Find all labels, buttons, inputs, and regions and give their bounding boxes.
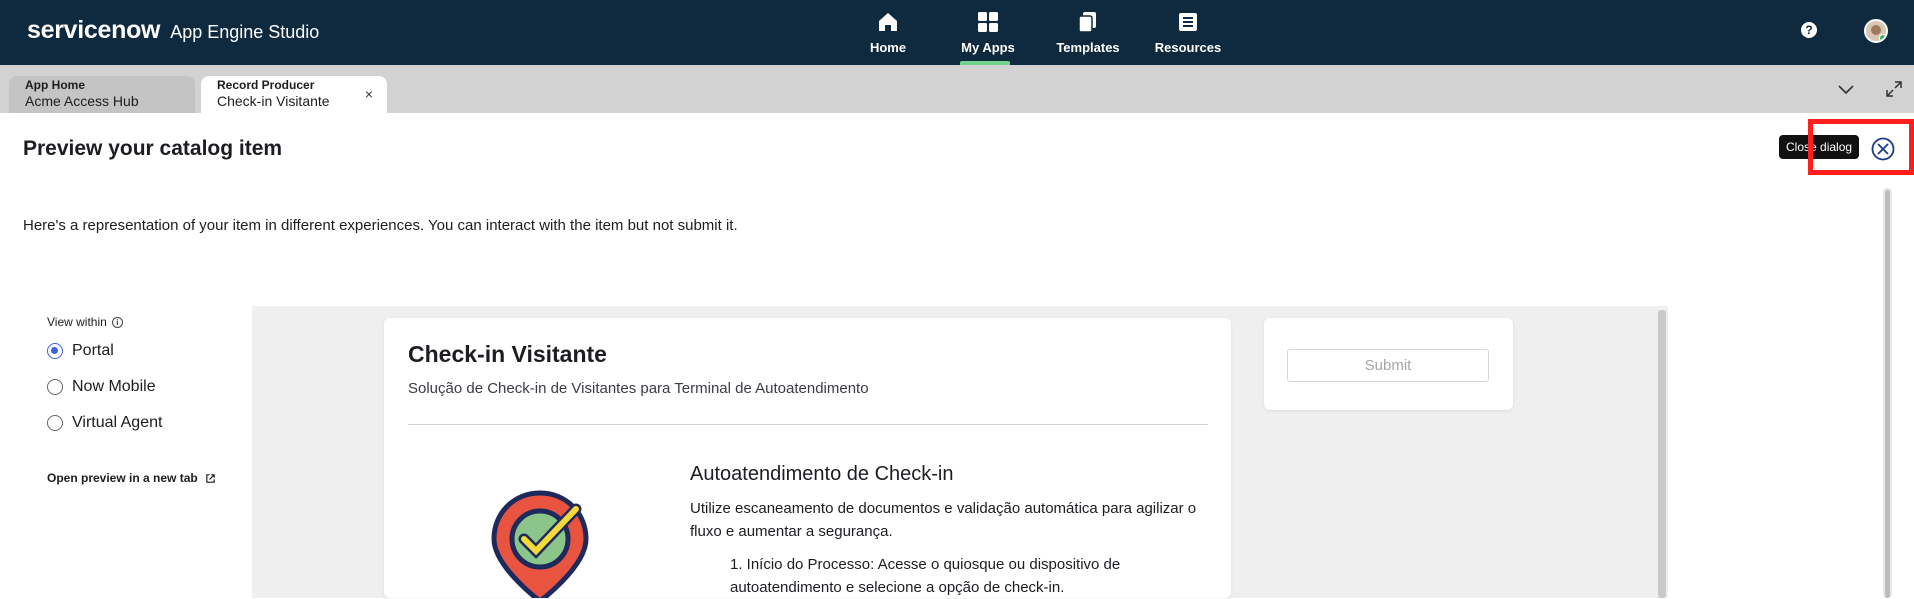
submit-button[interactable]: Submit xyxy=(1287,349,1489,382)
location-check-icon xyxy=(491,490,589,598)
dialog-description: Here's a representation of your item in … xyxy=(23,217,738,234)
radio-button[interactable] xyxy=(47,379,63,395)
section-text: Utilize escaneamento de documentos e val… xyxy=(690,500,1197,540)
radio-virtual-agent-label: Virtual Agent xyxy=(72,414,163,431)
nav-my-apps-label: My Apps xyxy=(961,40,1015,55)
help-icon[interactable]: ? xyxy=(1801,22,1817,38)
tab-app-home-label: Acme Access Hub xyxy=(25,93,139,109)
top-navigation-bar: servicenow App Engine Studio Home My App… xyxy=(0,0,1914,65)
section-title: Autoatendimento de Check-in xyxy=(690,463,954,485)
expand-icon[interactable] xyxy=(1885,80,1903,98)
tab-close-icon[interactable]: × xyxy=(365,86,373,102)
page-title: Preview your catalog item xyxy=(23,137,283,160)
avatar[interactable] xyxy=(1864,19,1888,43)
open-preview-new-tab-link[interactable]: Open preview in a new tab xyxy=(47,471,216,485)
tab-record-producer-label: Check-in Visitante xyxy=(217,93,330,109)
home-icon xyxy=(879,13,897,31)
tab-record-producer[interactable]: Record Producer Check-in Visitante × xyxy=(201,76,387,113)
brand[interactable]: servicenow App Engine Studio xyxy=(27,16,319,45)
avatar-face xyxy=(1871,25,1881,35)
radio-button[interactable] xyxy=(47,415,63,431)
nav-templates-label: Templates xyxy=(1056,40,1120,55)
nav-my-apps[interactable]: My Apps xyxy=(940,0,1036,65)
tab-app-home[interactable]: App Home Acme Access Hub xyxy=(9,76,195,113)
divider xyxy=(408,424,1208,425)
nav-resources[interactable]: Resources xyxy=(1140,0,1236,65)
radio-virtual-agent[interactable]: Virtual Agent xyxy=(47,414,162,432)
radio-portal[interactable]: Portal xyxy=(47,342,114,360)
radio-now-mobile[interactable]: Now Mobile xyxy=(47,378,156,396)
main-nav: Home My Apps Templates Resources xyxy=(840,0,1240,65)
external-link-icon xyxy=(205,473,215,483)
nav-templates[interactable]: Templates xyxy=(1040,0,1136,65)
tab-record-producer-type: Record Producer xyxy=(217,78,315,92)
view-within-text: View within xyxy=(47,315,107,329)
preview-scrollbar[interactable] xyxy=(1658,310,1666,598)
chevron-down-icon[interactable] xyxy=(1837,80,1855,98)
radio-portal-label: Portal xyxy=(72,342,114,359)
catalog-item-subtitle: Solução de Check-in de Visitantes para T… xyxy=(408,380,869,397)
radio-button-checked[interactable] xyxy=(47,343,63,359)
tab-app-home-type: App Home xyxy=(25,78,85,92)
highlight-box xyxy=(1808,119,1914,175)
dialog-scrollbar-thumb[interactable] xyxy=(1885,190,1890,598)
templates-icon xyxy=(1078,12,1096,33)
nav-home-label: Home xyxy=(869,40,907,55)
info-icon[interactable]: i xyxy=(111,316,123,328)
nav-home[interactable]: Home xyxy=(840,0,936,65)
apps-grid-icon xyxy=(978,12,998,32)
nav-resources-label: Resources xyxy=(1154,40,1222,55)
resources-icon xyxy=(1179,13,1197,31)
open-preview-label: Open preview in a new tab xyxy=(47,471,198,485)
view-within-label: View within i xyxy=(47,315,123,329)
catalog-item-title: Check-in Visitante xyxy=(408,341,607,367)
online-status-dot xyxy=(1879,34,1886,41)
app-name: App Engine Studio xyxy=(170,22,320,42)
step-1-text: 1. Início do Processo: Acesse o quiosque… xyxy=(730,556,1121,596)
tab-strip: App Home Acme Access Hub Record Producer… xyxy=(0,65,1914,113)
servicenow-logo: servicenow xyxy=(27,16,161,44)
radio-now-mobile-label: Now Mobile xyxy=(72,378,156,395)
